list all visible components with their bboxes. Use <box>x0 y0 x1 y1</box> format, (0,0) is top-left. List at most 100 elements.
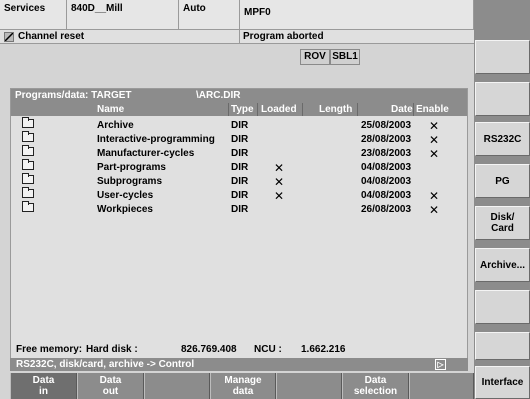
archive-softkey[interactable]: Archive... <box>475 248 530 282</box>
program-directory-panel: Programs/data: TARGET \ARC.DIR Name Type… <box>10 88 468 370</box>
row-name: Workpieces <box>97 204 153 215</box>
directory-row[interactable]: Manufacturer-cycles DIR 23/08/2003 ✕ <box>11 145 467 161</box>
directory-row[interactable]: Workpieces DIR 26/08/2003 ✕ <box>11 201 467 217</box>
row-name: Part-programs <box>97 162 166 173</box>
folder-icon <box>22 117 34 128</box>
recall-icon[interactable]: ▷ <box>435 359 446 370</box>
area-label: Services <box>4 3 46 14</box>
folder-icon <box>22 173 34 184</box>
folder-icon <box>22 131 34 142</box>
interface-softkey[interactable]: Interface <box>475 366 530 399</box>
path-bar: Programs/data: TARGET \ARC.DIR <box>11 89 467 103</box>
row-name: Interactive-programming <box>97 134 215 145</box>
empty-vertical-softkey[interactable] <box>475 290 530 324</box>
row-loaded: ✕ <box>274 189 285 203</box>
channel-status-text: Channel reset <box>18 31 85 42</box>
col-enable[interactable]: Enable <box>416 103 449 116</box>
row-date: 04/08/2003 <box>361 176 412 187</box>
row-type: DIR <box>231 148 249 159</box>
row-enable: ✕ <box>429 189 440 203</box>
row-date: 26/08/2003 <box>361 204 412 215</box>
data-in-softkey[interactable]: Data in <box>10 373 77 399</box>
row-name: Manufacturer-cycles <box>97 148 195 159</box>
path-file: \ARC.DIR <box>196 90 241 101</box>
row-type: DIR <box>231 120 249 131</box>
directory-row[interactable]: User-cycles DIR ✕ 04/08/2003 ✕ <box>11 187 467 203</box>
data-selection-softkey[interactable]: Data selection <box>342 373 409 399</box>
ncu-label: NCU : <box>254 344 282 355</box>
row-enable: ✕ <box>429 119 440 133</box>
empty-vertical-softkey[interactable] <box>475 40 530 74</box>
directory-row[interactable]: Archive DIR 25/08/2003 ✕ <box>11 117 467 133</box>
empty-vertical-softkey[interactable] <box>475 82 530 116</box>
column-header: Name Type Loaded Length Date Enable <box>11 103 467 116</box>
col-separator <box>357 103 358 116</box>
col-separator <box>302 103 303 116</box>
row-type: DIR <box>231 190 249 201</box>
path-label: Programs/data: TARGET <box>15 90 132 101</box>
hard-disk-value: 826.769.408 <box>181 344 237 355</box>
program-field: MPF0 <box>240 0 474 30</box>
folder-icon <box>22 145 34 156</box>
manage-data-softkey[interactable]: Manage data <box>210 373 276 399</box>
empty-vertical-softkey[interactable] <box>475 332 530 360</box>
free-memory-line: Free memory: Hard disk : 826.769.408 NCU… <box>11 342 467 358</box>
row-type: DIR <box>231 162 249 173</box>
rov-badge: ROV <box>300 49 330 65</box>
row-type: DIR <box>231 176 249 187</box>
status-line: RS232C, disk/card, archive -> Control ▷ <box>10 358 468 371</box>
channel-status-field: Channel reset <box>0 30 240 44</box>
col-date[interactable]: Date <box>391 103 413 116</box>
program-status-text: Program aborted <box>243 31 324 42</box>
pg-softkey[interactable]: PG <box>475 164 530 198</box>
directory-row[interactable]: Interactive-programming DIR 28/08/2003 ✕ <box>11 131 467 147</box>
col-separator <box>257 103 258 116</box>
col-separator <box>228 103 229 116</box>
row-name: User-cycles <box>97 190 154 201</box>
row-name: Subprograms <box>97 176 163 187</box>
row-enable: ✕ <box>429 203 440 217</box>
directory-row[interactable]: Part-programs DIR ✕ 04/08/2003 <box>11 159 467 175</box>
row-loaded: ✕ <box>274 161 285 175</box>
directory-row[interactable]: Subprograms DIR ✕ 04/08/2003 <box>11 173 467 189</box>
folder-icon <box>22 159 34 170</box>
empty-softkey[interactable] <box>144 373 210 399</box>
row-date: 04/08/2003 <box>361 162 412 173</box>
row-date: 23/08/2003 <box>361 148 412 159</box>
ncu-value: 1.662.216 <box>301 344 346 355</box>
row-loaded: ✕ <box>274 175 285 189</box>
machine-field: 840D__Mill <box>67 0 179 30</box>
col-name[interactable]: Name <box>97 103 124 116</box>
disk-card-softkey[interactable]: Disk/Card <box>475 206 530 240</box>
folder-icon <box>22 187 34 198</box>
machine-label: 840D__Mill <box>71 3 123 14</box>
col-separator <box>413 103 414 116</box>
program-status-field: Program aborted <box>240 30 474 44</box>
program-name: MPF0 <box>244 7 271 18</box>
row-date: 28/08/2003 <box>361 134 412 145</box>
empty-softkey[interactable] <box>409 373 474 399</box>
free-memory-label: Free memory: <box>16 344 83 355</box>
row-enable: ✕ <box>429 133 440 147</box>
row-date: 04/08/2003 <box>361 190 412 201</box>
row-type: DIR <box>231 134 249 145</box>
row-date: 25/08/2003 <box>361 120 412 131</box>
rs232c-softkey[interactable]: RS232C <box>475 122 530 156</box>
empty-softkey[interactable] <box>276 373 342 399</box>
folder-icon <box>22 201 34 212</box>
hard-disk-label: Hard disk : <box>86 344 138 355</box>
row-type: DIR <box>231 204 249 215</box>
mode-label: Auto <box>183 3 206 14</box>
data-out-softkey[interactable]: Data out <box>77 373 144 399</box>
col-length[interactable]: Length <box>319 103 352 116</box>
row-name: Archive <box>97 120 134 131</box>
header-spacer <box>0 44 474 84</box>
status-text: RS232C, disk/card, archive -> Control <box>16 359 195 370</box>
col-type[interactable]: Type <box>231 103 254 116</box>
row-enable: ✕ <box>429 147 440 161</box>
area-field: Services <box>0 0 67 30</box>
sbl1-badge: SBL1 <box>330 49 360 65</box>
channel-reset-icon <box>4 32 14 42</box>
col-loaded[interactable]: Loaded <box>261 103 297 116</box>
mode-field: Auto <box>179 0 240 30</box>
